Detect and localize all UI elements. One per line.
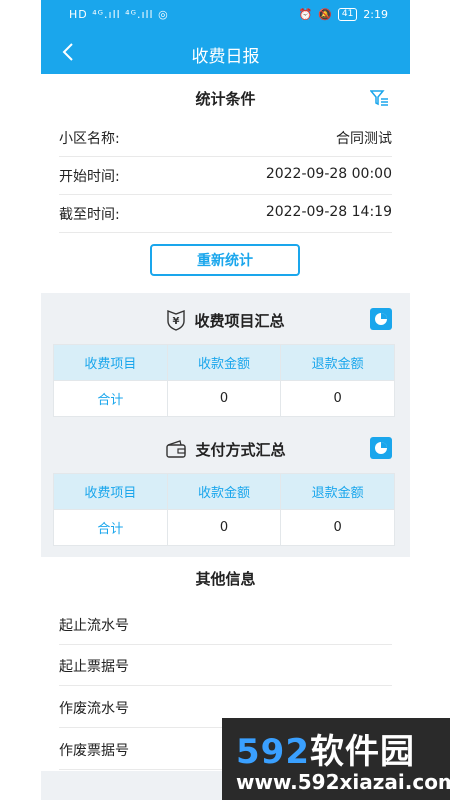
summary-section: ¥ 收费项目汇总 收费项目 收款金额 退款金额 合计 0 0 支付方式汇总 收费… — [41, 293, 410, 557]
community-label: 小区名称: — [59, 131, 120, 147]
column-header: 收费项目 — [53, 344, 168, 381]
total-label-cell: 合计 — [53, 509, 168, 546]
payment-chart-button[interactable] — [370, 437, 392, 459]
column-header: 收款金额 — [166, 344, 282, 381]
total-label-cell: 合计 — [53, 380, 168, 417]
info-label: 起止流水号 — [59, 618, 129, 634]
info-label: 起止票据号 — [59, 659, 129, 675]
list-item: 起止票据号 — [59, 645, 392, 686]
column-header: 退款金额 — [280, 473, 395, 510]
watermark-url: www.592xiazai.com — [236, 770, 450, 794]
watermark-nums: 592 — [236, 732, 310, 772]
table-row: 合计 0 0 — [53, 509, 395, 546]
list-item: 起止流水号 — [59, 604, 392, 645]
payment-summary-table: 收费项目 收款金额 退款金额 合计 0 0 — [53, 473, 395, 546]
watermark-logo: 592软件园 — [236, 724, 415, 773]
status-right: ⏰ 🔕 41 2:19 — [298, 8, 388, 21]
conditions-title: 统计条件 — [195, 89, 256, 108]
start-time-value: 2022-09-28 00:00 — [265, 166, 392, 182]
phone-screen: HD ⁴ᴳ.ıll ⁴ᴳ.ıll ◎ ⏰ 🔕 41 2:19 收费日报 统计条件… — [41, 0, 410, 800]
received-amount-cell: 0 — [166, 380, 282, 417]
refund-amount-cell: 0 — [280, 509, 395, 546]
watermark-text: 软件园 — [309, 732, 415, 772]
yuan-shield-icon: ¥ — [167, 309, 186, 331]
refund-amount-cell: 0 — [280, 380, 395, 417]
recalculate-button[interactable]: 重新统计 — [150, 244, 300, 276]
fee-chart-button[interactable] — [370, 308, 392, 330]
nav-bar: 收费日报 — [41, 30, 410, 74]
table-header-row: 收费项目 收款金额 退款金额 — [53, 473, 395, 510]
community-row: 小区名称: 合同测试 — [59, 118, 392, 157]
wallet-icon — [166, 440, 187, 458]
signal-indicators: HD ⁴ᴳ.ıll ⁴ᴳ.ıll ◎ — [69, 8, 169, 21]
start-time-row: 开始时间: 2022-09-28 00:00 — [59, 156, 392, 195]
column-header: 退款金额 — [280, 344, 395, 381]
community-value: 合同测试 — [336, 131, 392, 147]
start-time-label: 开始时间: — [59, 169, 120, 185]
info-label: 作废流水号 — [59, 701, 129, 717]
mute-icon: 🔕 — [318, 8, 332, 21]
table-row: 合计 0 0 — [53, 380, 395, 417]
pie-chart-icon — [375, 313, 387, 325]
table-header-row: 收费项目 收款金额 退款金额 — [53, 344, 395, 381]
received-amount-cell: 0 — [166, 509, 282, 546]
fee-summary-table: 收费项目 收款金额 退款金额 合计 0 0 — [53, 344, 395, 417]
column-header: 收费项目 — [53, 473, 168, 510]
payment-summary-title-text: 支付方式汇总 — [195, 440, 286, 459]
fee-summary-title: ¥ 收费项目汇总 — [41, 305, 410, 335]
other-info-title: 其他信息 — [195, 569, 256, 588]
info-label: 作废票据号 — [59, 743, 129, 759]
page-title: 收费日报 — [191, 47, 260, 67]
clock: 2:19 — [363, 8, 388, 21]
watermark: 592软件园 www.592xiazai.com — [222, 718, 450, 800]
end-time-value: 2022-09-28 14:19 — [265, 204, 392, 220]
filter-icon — [369, 90, 388, 106]
column-header: 收款金额 — [166, 473, 282, 510]
payment-summary-title: 支付方式汇总 — [41, 434, 410, 464]
status-bar: HD ⁴ᴳ.ıll ⁴ᴳ.ıll ◎ ⏰ 🔕 41 2:19 — [41, 0, 410, 30]
svg-text:¥: ¥ — [173, 316, 180, 327]
pie-chart-icon — [375, 442, 387, 454]
end-time-row: 截至时间: 2022-09-28 14:19 — [59, 194, 392, 233]
end-time-label: 截至时间: — [59, 207, 120, 223]
alarm-icon: ⏰ — [298, 8, 313, 21]
filter-button[interactable] — [369, 88, 390, 108]
battery-icon: 41 — [337, 8, 358, 21]
fee-summary-title-text: 收费项目汇总 — [194, 311, 285, 330]
